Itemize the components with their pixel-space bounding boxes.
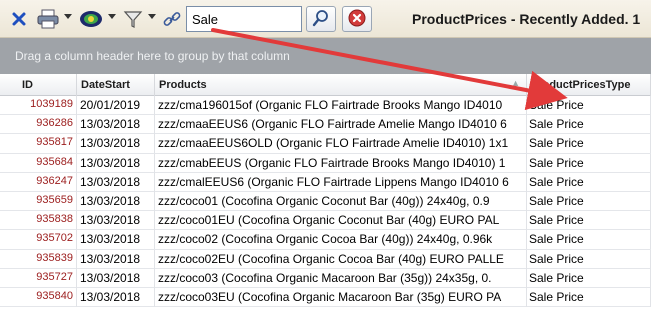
cell-id: 935838 xyxy=(0,211,77,231)
table-row[interactable]: 935839 13/03/2018 zzz/coco02EU (Cocofina O… xyxy=(0,249,651,269)
search-input[interactable] xyxy=(186,6,302,32)
link-icon[interactable] xyxy=(162,8,182,30)
cell-id: 935684 xyxy=(0,153,77,173)
clear-search-button[interactable] xyxy=(342,6,372,32)
cell-products: zzz/coco01EU (Cocofina Organic Coconut B… xyxy=(155,211,527,231)
close-icon[interactable] xyxy=(10,8,28,30)
table-row[interactable]: 935684 13/03/2018 zzz/cmabEEUS (Organic FL… xyxy=(0,153,651,173)
cell-datestart: 13/03/2018 xyxy=(77,249,155,269)
cell-id: 935839 xyxy=(0,249,77,269)
cell-productpricestype: Sale Price xyxy=(527,172,651,192)
cell-productpricestype: Sale Price xyxy=(527,153,651,173)
view-icon[interactable] xyxy=(78,8,104,30)
cell-productpricestype: Sale Price xyxy=(527,211,651,231)
table-row[interactable]: 935727 13/03/2018 zzz/coco03 (Cocofina Org… xyxy=(0,268,651,288)
cell-productpricestype: Sale Price xyxy=(527,96,651,115)
cell-id: 935659 xyxy=(0,191,77,211)
grid-body: 1039189 20/01/2019 zzz/cma196015of (Organi… xyxy=(0,96,651,308)
toolbar: ProductPrices - Recently Added. 1 xyxy=(0,0,651,38)
cell-productpricestype: Sale Price xyxy=(527,268,651,288)
cell-id: 935702 xyxy=(0,230,77,250)
cell-id: 1039189 xyxy=(0,96,77,115)
table-row[interactable]: 936286 13/03/2018 zzz/cmaaEEUS6 (Organic F… xyxy=(0,115,651,135)
view-dropdown-icon[interactable] xyxy=(108,14,116,19)
cell-datestart: 13/03/2018 xyxy=(77,191,155,211)
cell-products: zzz/cmalEEUS6 (Organic FLO Fairtrade Lip… xyxy=(155,172,527,192)
cell-productpricestype: Sale Price xyxy=(527,191,651,211)
table-row[interactable]: 1039189 20/01/2019 zzz/cma196015of (Organi… xyxy=(0,96,651,116)
table-row[interactable]: 935659 13/03/2018 zzz/coco01 (Cocofina Org… xyxy=(0,191,651,212)
group-by-panel[interactable]: Drag a column header here to group by th… xyxy=(0,38,651,74)
print-icon[interactable] xyxy=(36,8,60,30)
cell-products: zzz/coco02 (Cocofina Organic Cocoa Bar (… xyxy=(155,230,527,250)
cell-id: 935817 xyxy=(0,134,77,154)
cell-productpricestype: Sale Price xyxy=(527,230,651,250)
column-header-productpricestype[interactable]: ProductPricesType xyxy=(527,74,651,96)
table-row[interactable]: 935840 13/03/2018 zzz/coco03EU (Cocofina O… xyxy=(0,287,651,308)
search-button[interactable] xyxy=(306,6,336,32)
cell-datestart: 13/03/2018 xyxy=(77,287,155,307)
cell-products: zzz/cmaaEEUS6OLD (Organic FLO Fairtrade … xyxy=(155,134,527,154)
filter-icon[interactable] xyxy=(122,8,144,30)
cell-id: 935840 xyxy=(0,287,77,307)
cell-id: 936247 xyxy=(0,172,77,192)
cell-productpricestype: Sale Price xyxy=(527,249,651,269)
cell-id: 936286 xyxy=(0,115,77,135)
cell-datestart: 13/03/2018 xyxy=(77,172,155,192)
cell-products: zzz/cmabEEUS (Organic FLO Fairtrade Broo… xyxy=(155,153,527,173)
cell-datestart: 13/03/2018 xyxy=(77,230,155,250)
cell-datestart: 20/01/2019 xyxy=(77,96,155,115)
cell-productpricestype: Sale Price xyxy=(527,287,651,307)
table-row[interactable]: 935702 13/03/2018 zzz/coco02 (Cocofina Org… xyxy=(0,230,651,250)
filter-dropdown-icon[interactable] xyxy=(148,14,156,19)
window-title: ProductPrices - Recently Added. 1 xyxy=(412,11,641,27)
column-header-id[interactable]: ID xyxy=(0,74,77,96)
cell-datestart: 13/03/2018 xyxy=(77,268,155,288)
clear-icon xyxy=(348,9,366,30)
cell-datestart: 13/03/2018 xyxy=(77,115,155,135)
cell-products: zzz/cmaaEEUS6 (Organic FLO Fairtrade Ame… xyxy=(155,115,527,135)
print-dropdown-icon[interactable] xyxy=(64,14,72,19)
cell-products: zzz/coco02EU (Cocofina Organic Cocoa Bar… xyxy=(155,249,527,269)
table-row[interactable]: 935817 13/03/2018 zzz/cmaaEEUS6OLD (Organi… xyxy=(0,134,651,154)
column-header-datestart[interactable]: DateStart xyxy=(77,74,155,96)
table-row[interactable]: 935838 13/03/2018 zzz/coco01EU (Cocofina O… xyxy=(0,211,651,231)
sort-asc-icon: ▲ xyxy=(511,78,520,88)
column-header-products[interactable]: Products ▲ xyxy=(155,74,527,96)
cell-productpricestype: Sale Price xyxy=(527,115,651,135)
cell-datestart: 13/03/2018 xyxy=(77,211,155,231)
cell-productpricestype: Sale Price xyxy=(527,134,651,154)
cell-datestart: 13/03/2018 xyxy=(77,134,155,154)
cell-products: zzz/coco01 (Cocofina Organic Coconut Bar… xyxy=(155,191,527,211)
cell-id: 935727 xyxy=(0,268,77,288)
table-row[interactable]: 936247 13/03/2018 zzz/cmalEEUS6 (Organic F… xyxy=(0,172,651,192)
cell-datestart: 13/03/2018 xyxy=(77,153,155,173)
group-by-hint: Drag a column header here to group by th… xyxy=(15,49,290,63)
grid-header: ID DateStart Products ▲ ProductPricesType xyxy=(0,74,651,96)
cell-products: zzz/coco03 (Cocofina Organic Macaroon Ba… xyxy=(155,268,527,288)
cell-products: zzz/coco03EU (Cocofina Organic Macaroon … xyxy=(155,287,527,307)
search-icon xyxy=(312,9,330,30)
cell-products: zzz/cma196015of (Organic FLO Fairtrade B… xyxy=(155,96,527,115)
